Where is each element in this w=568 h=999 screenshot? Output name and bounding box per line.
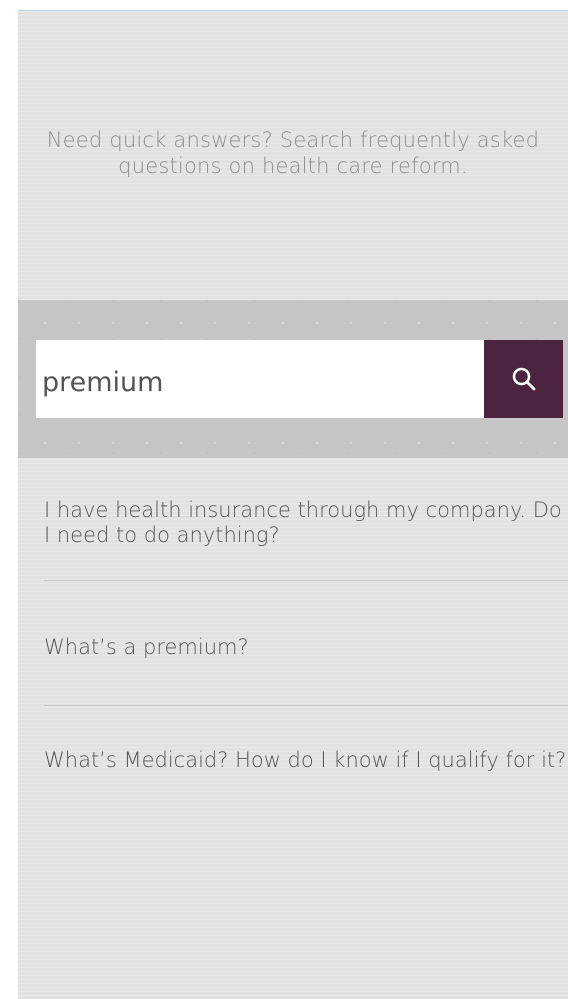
faq-screen: Need quick answers? Search frequently as… (18, 10, 568, 999)
results-list: I have health insurance through my compa… (44, 458, 568, 826)
result-item[interactable]: What’s a premium? (44, 581, 568, 706)
intro-text: Need quick answers? Search frequently as… (46, 128, 540, 178)
result-question: I have health insurance through my compa… (44, 498, 562, 547)
search-input[interactable] (36, 340, 484, 418)
search-bar (18, 300, 568, 458)
search-icon (512, 367, 535, 391)
result-item[interactable]: I have health insurance through my compa… (44, 458, 568, 581)
result-question: What’s Medicaid? How do I know if I qual… (44, 748, 567, 772)
result-question: What’s a premium? (44, 635, 249, 659)
search-button[interactable] (484, 340, 563, 418)
result-item[interactable]: What’s Medicaid? How do I know if I qual… (44, 706, 568, 826)
